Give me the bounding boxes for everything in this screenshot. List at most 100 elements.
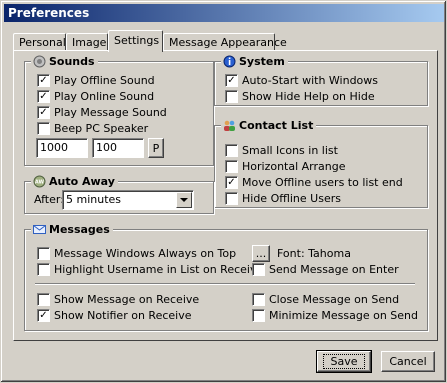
speaker-icon bbox=[33, 55, 46, 68]
checkbox-label: Beep PC Speaker bbox=[54, 122, 149, 135]
messages-title: Messages bbox=[49, 223, 110, 236]
tab-personal[interactable]: Personal bbox=[13, 33, 66, 51]
checkbox-box[interactable] bbox=[37, 263, 50, 276]
tab-settings[interactable]: Settings bbox=[108, 30, 163, 52]
checkbox-label: Play Message Sound bbox=[54, 106, 167, 119]
checkbox-box[interactable]: ✓ bbox=[37, 106, 50, 119]
checkbox-box[interactable] bbox=[225, 90, 238, 103]
play-message-sound-checkbox[interactable]: ✓ Play Message Sound bbox=[37, 105, 167, 120]
play-sound-label: P bbox=[152, 141, 160, 155]
checkbox-label: Send Message on Enter bbox=[269, 263, 399, 276]
svg-text:AW: AW bbox=[35, 180, 45, 186]
show-notifier-on-receive-checkbox[interactable]: ✓ Show Notifier on Receive bbox=[37, 308, 191, 323]
checkbox-box[interactable] bbox=[225, 144, 238, 157]
highlight-username-checkbox[interactable]: Highlight Username in List on Receive bbox=[37, 262, 263, 277]
font-picker-button[interactable]: ... bbox=[252, 245, 270, 262]
close-message-on-send-checkbox[interactable]: Close Message on Send bbox=[252, 292, 399, 307]
checkbox-label: Highlight Username in List on Receive bbox=[54, 263, 264, 276]
show-hide-help-checkbox[interactable]: Show Hide Help on Hide bbox=[225, 89, 375, 104]
envelope-icon bbox=[33, 223, 46, 236]
checkbox-label: Message Windows Always on Top bbox=[54, 247, 237, 260]
sounds-legend: Sounds bbox=[31, 54, 98, 69]
play-offline-sound-checkbox[interactable]: ✓ Play Offline Sound bbox=[37, 73, 155, 88]
dropdown-triangle bbox=[180, 198, 188, 202]
checkbox-box[interactable]: ✓ bbox=[225, 74, 238, 87]
auto-away-group: AW Auto Away After: 5 minutes bbox=[24, 174, 214, 214]
play-sound-button[interactable]: P bbox=[148, 138, 164, 158]
move-offline-users-checkbox[interactable]: ✓ Move Offline users to list end bbox=[225, 175, 403, 190]
checkbox-box[interactable]: ✓ bbox=[37, 74, 50, 87]
auto-away-title: Auto Away bbox=[49, 175, 115, 188]
checkbox-box[interactable] bbox=[37, 122, 50, 135]
duration-input[interactable]: 100 bbox=[92, 138, 144, 158]
checkbox-label: Show Message on Receive bbox=[54, 293, 200, 306]
checkbox-label: Show Hide Help on Hide bbox=[242, 90, 375, 103]
cancel-button[interactable]: Cancel bbox=[381, 351, 435, 372]
sounds-title: Sounds bbox=[49, 55, 95, 68]
sounds-group: Sounds ✓ Play Offline Sound ✓ Play Online … bbox=[24, 54, 214, 166]
checkbox-label: Auto-Start with Windows bbox=[242, 74, 379, 87]
title-bar[interactable]: Preferences bbox=[4, 4, 444, 22]
system-title: System bbox=[239, 55, 285, 68]
save-button[interactable]: Save bbox=[316, 350, 372, 373]
checkbox-label: Show Notifier on Receive bbox=[54, 309, 192, 322]
minimize-message-on-send-checkbox[interactable]: Minimize Message on Send bbox=[252, 308, 418, 323]
checkbox-box[interactable] bbox=[37, 293, 50, 306]
preferences-window: Preferences Personal Image Settings Mess… bbox=[0, 0, 447, 383]
messages-separator bbox=[35, 283, 415, 285]
message-windows-on-top-checkbox[interactable]: Message Windows Always on Top bbox=[37, 246, 236, 261]
checkbox-box[interactable]: ✓ bbox=[37, 90, 50, 103]
chevron-down-icon[interactable] bbox=[176, 192, 192, 208]
cancel-label: Cancel bbox=[389, 355, 427, 368]
small-icons-checkbox[interactable]: Small Icons in list bbox=[225, 143, 338, 158]
auto-away-legend: AW Auto Away bbox=[31, 174, 118, 189]
play-online-sound-checkbox[interactable]: ✓ Play Online Sound bbox=[37, 89, 154, 104]
checkbox-label: Minimize Message on Send bbox=[269, 309, 418, 322]
frequency-input[interactable]: 1000 bbox=[36, 138, 88, 158]
tab-label: Settings bbox=[114, 34, 160, 47]
font-button-label: ... bbox=[255, 247, 267, 260]
checkbox-label: Play Offline Sound bbox=[54, 74, 155, 87]
checkbox-label: Hide Offline Users bbox=[242, 192, 341, 205]
after-label: After: bbox=[34, 193, 64, 206]
settings-panel: Sounds ✓ Play Offline Sound ✓ Play Online … bbox=[13, 50, 438, 341]
contacts-icon bbox=[223, 119, 236, 132]
show-message-on-receive-checkbox[interactable]: Show Message on Receive bbox=[37, 292, 199, 307]
away-icon: AW bbox=[33, 175, 46, 188]
tab-label: Image bbox=[72, 36, 107, 49]
auto-away-selected: 5 minutes bbox=[66, 193, 122, 206]
auto-start-checkbox[interactable]: ✓ Auto-Start with Windows bbox=[225, 73, 378, 88]
checkbox-label: Play Online Sound bbox=[54, 90, 155, 103]
checkbox-box[interactable] bbox=[37, 247, 50, 260]
tab-label: Personal bbox=[19, 36, 66, 49]
font-label: Font: Tahoma bbox=[277, 247, 351, 260]
checkbox-box[interactable] bbox=[252, 309, 265, 322]
tab-message-appearance[interactable]: Message Appearance bbox=[163, 33, 287, 51]
send-on-enter-checkbox[interactable]: Send Message on Enter bbox=[252, 262, 399, 277]
hide-offline-users-checkbox[interactable]: Hide Offline Users bbox=[225, 191, 341, 206]
checkbox-box[interactable] bbox=[225, 160, 238, 173]
checkbox-box[interactable]: ✓ bbox=[37, 309, 50, 322]
checkbox-label: Horizontal Arrange bbox=[242, 160, 346, 173]
system-group: System ✓ Auto-Start with Windows Show Hid… bbox=[214, 54, 428, 106]
checkbox-box[interactable] bbox=[252, 293, 265, 306]
checkbox-box[interactable]: ✓ bbox=[225, 176, 238, 189]
save-label: Save bbox=[323, 354, 365, 369]
window-title: Preferences bbox=[8, 6, 90, 20]
checkbox-label: Small Icons in list bbox=[242, 144, 338, 157]
tab-label: Message Appearance bbox=[169, 36, 287, 49]
auto-away-select[interactable]: 5 minutes bbox=[62, 190, 194, 210]
checkbox-box[interactable] bbox=[225, 192, 238, 205]
contact-list-title: Contact List bbox=[239, 119, 314, 132]
system-legend: System bbox=[221, 54, 288, 69]
messages-group: Messages Message Windows Always on Top H… bbox=[24, 222, 428, 331]
checkbox-box[interactable] bbox=[252, 263, 265, 276]
info-icon bbox=[223, 55, 236, 68]
beep-pc-speaker-checkbox[interactable]: Beep PC Speaker bbox=[37, 121, 148, 136]
tab-image[interactable]: Image bbox=[66, 33, 108, 51]
horizontal-arrange-checkbox[interactable]: Horizontal Arrange bbox=[225, 159, 346, 174]
contact-list-legend: Contact List bbox=[221, 118, 317, 133]
checkbox-label: Close Message on Send bbox=[269, 293, 400, 306]
messages-legend: Messages bbox=[31, 222, 113, 237]
checkbox-label: Move Offline users to list end bbox=[242, 176, 403, 189]
